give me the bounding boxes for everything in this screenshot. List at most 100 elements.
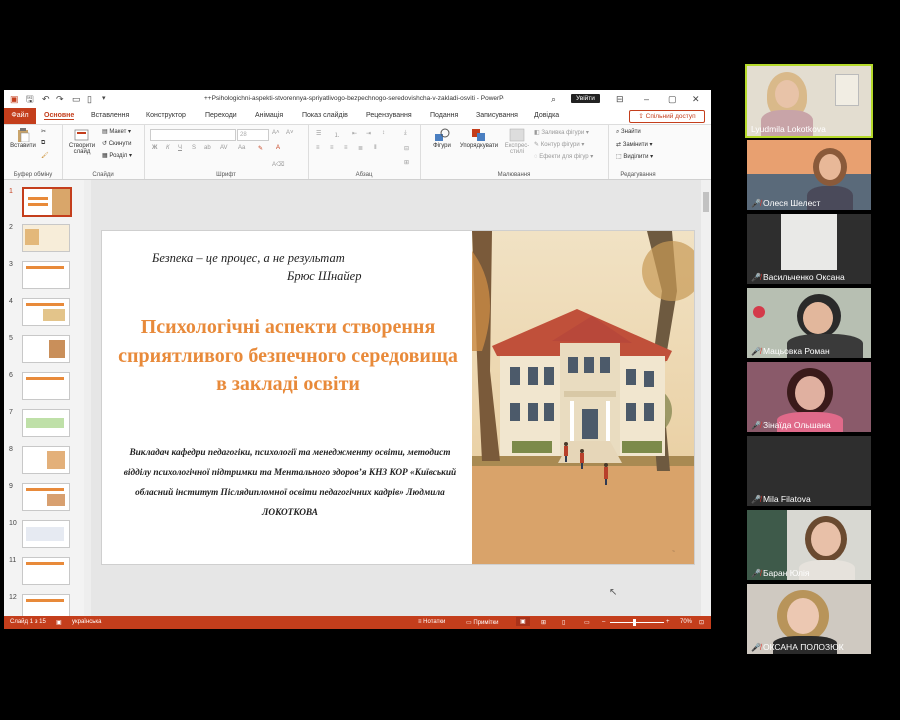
tab-record[interactable]: Записування [476,112,518,119]
zoom-slider-thumb[interactable] [633,619,636,626]
spellcheck-icon[interactable]: ▣ [56,619,62,626]
layout-button[interactable]: ▤ Макет ▾ [102,128,131,135]
start-slideshow-icon[interactable]: ▭ [72,93,81,105]
participant-tile[interactable]: 🎤̸ Васильченко Оксана [747,214,871,284]
paste-button[interactable]: Вставити [8,128,38,149]
tab-slideshow[interactable]: Показ слайдів [302,112,348,119]
justify-icon[interactable]: ≣ [358,145,363,152]
decrease-font-icon[interactable]: A˅ [286,130,294,136]
align-right-icon[interactable]: ≡ [344,145,348,151]
bold-icon[interactable]: Ж [152,145,157,151]
slide-thumbnail-8[interactable] [22,446,70,474]
clear-format-icon[interactable]: A⌫ [272,161,285,168]
zoom-level[interactable]: 70% [680,619,692,625]
tab-transitions[interactable]: Переходи [205,112,237,119]
highlight-icon[interactable]: ✎ [258,145,263,152]
shape-effects-button[interactable]: ◌ Ефекти для фігур ▾ [534,153,593,160]
autosave-icon[interactable]: ▣ [10,93,19,105]
text-direction-icon[interactable]: ⤓ [404,130,407,137]
slide-1[interactable]: Безпека – це процес, а не результат Брюс… [101,230,695,565]
slideshow-view-icon[interactable]: ▭ [584,619,590,626]
thumbnails-scrollbar[interactable] [84,180,91,616]
participant-tile[interactable]: 🎤̸ Мацьовка Роман [747,288,871,358]
redo-icon[interactable]: ↷ [56,93,64,105]
slide-thumbnail-6[interactable] [22,372,70,400]
change-case-icon[interactable]: Aa [238,145,245,151]
section-button[interactable]: ▦ Розділ ▾ [102,152,132,159]
select-button[interactable]: ⬚ Виділити ▾ [616,153,653,160]
tab-insert[interactable]: Вставлення [91,112,129,119]
slide-thumbnail-12[interactable] [22,594,70,616]
italic-icon[interactable]: К [166,145,170,151]
undo-icon[interactable]: ↶ [42,93,50,105]
shape-outline-button[interactable]: ✎ Контур фігури ▾ [534,141,584,148]
zoom-in-icon[interactable]: + [666,619,670,625]
underline-icon[interactable]: Ч [178,145,182,151]
bullets-icon[interactable]: ☰ [316,130,321,137]
tab-view[interactable]: Подання [430,112,458,119]
slide-thumbnail-5[interactable] [22,335,70,363]
slide-thumbnail-1[interactable] [22,187,72,217]
scrollbar-thumb[interactable] [703,192,709,212]
comments-button[interactable]: ▭ Примітки [466,619,499,626]
slide-thumbnail-10[interactable] [22,520,70,548]
participant-tile[interactable]: 🎤̸ Mila Filatova [747,436,871,506]
tab-animations[interactable]: Анімація [255,112,283,119]
smartart-icon[interactable]: ⊞ [404,159,409,166]
columns-icon[interactable]: ⫴ [374,145,377,152]
tab-design[interactable]: Конструктор [146,112,186,119]
language-indicator[interactable]: українська [72,619,102,625]
increase-font-icon[interactable]: A˄ [272,130,280,136]
increase-indent-icon[interactable]: ⇥ [366,130,371,137]
numbering-icon[interactable]: ⒈ [334,130,340,139]
ribbon-display-icon[interactable]: ⊟ [616,93,624,105]
copy-icon[interactable]: ⧉ [41,140,45,147]
notes-button[interactable]: ≡ Нотатки [418,619,445,625]
arrange-button[interactable]: Упорядкувати [458,128,500,149]
slide-thumbnail-3[interactable] [22,261,70,289]
tab-home[interactable]: Основне [44,112,75,120]
participant-tile[interactable]: Lyudmila Lokotkova [745,64,873,138]
shape-fill-button[interactable]: ◧ Заливка фігури ▾ [534,129,589,136]
tab-help[interactable]: Довідка [534,112,559,119]
maximize-icon[interactable]: ▢ [668,93,677,105]
quick-styles-button[interactable]: Експрес-стилі [502,128,532,155]
strikethrough-icon[interactable]: ab [204,145,211,151]
slide-thumbnail-7[interactable] [22,409,70,437]
slide-scrollbar[interactable] [701,180,711,616]
reading-view-icon[interactable]: ▯ [562,619,565,626]
reset-button[interactable]: ↺ Скинути [102,140,131,147]
slide-thumbnail-11[interactable] [22,557,70,585]
line-spacing-icon[interactable]: ↕ [382,130,385,136]
participant-tile[interactable]: 🎤̸ ОКСАНА ПОЛОЗЮК [747,584,871,654]
fit-slide-icon[interactable]: ⊡ [699,619,704,626]
align-center-icon[interactable]: ≡ [330,145,334,151]
find-button[interactable]: ⌕ Знайти [616,129,641,136]
cut-icon[interactable]: ✂ [41,128,46,135]
font-family-select[interactable] [150,129,236,141]
tab-file[interactable]: Файл [4,108,36,124]
normal-view-icon[interactable]: ▣ [516,617,530,626]
participant-tile[interactable]: 🎤̸ Олеся Шелест [747,140,871,210]
share-button[interactable]: ⇪ Спільний доступ [629,110,705,123]
close-icon[interactable]: ✕ [692,93,700,105]
participant-tile[interactable]: 🎤̸ Зінаїда Ольшана [747,362,871,432]
format-painter-icon[interactable]: 🖌 [41,152,49,159]
new-slide-button[interactable]: Створити слайд [66,128,98,155]
align-text-icon[interactable]: ⊟ [404,145,409,152]
zoom-out-icon[interactable]: – [602,619,605,625]
search-icon[interactable]: ⌕ [551,93,556,105]
slide-thumbnail-9[interactable] [22,483,70,511]
zoom-slider[interactable] [610,622,664,623]
spacing-icon[interactable]: AV [220,145,228,151]
decrease-indent-icon[interactable]: ⇤ [352,130,357,137]
slide-thumbnail-2[interactable] [22,224,70,252]
minimize-icon[interactable]: – [644,93,649,105]
slide-thumbnail-4[interactable] [22,298,70,326]
replace-button[interactable]: ⇄ Замінити ▾ [616,141,653,148]
save-icon[interactable]: 🖫 [26,93,34,105]
participant-tile[interactable]: 🎤̸ Баран Юлія [747,510,871,580]
sign-in-button[interactable]: Увійти [571,94,600,103]
font-color-icon[interactable]: A [276,145,280,151]
font-size-select[interactable]: 28 [237,129,269,141]
